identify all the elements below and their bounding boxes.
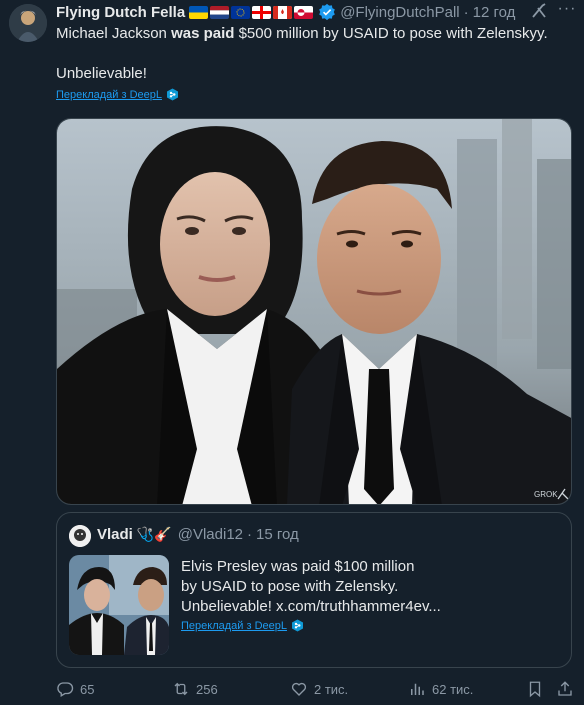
like-button[interactable]: 2 тис. (290, 680, 348, 698)
tweet-text-start: Michael Jackson (56, 25, 172, 42)
translate-link[interactable]: Перекладай з DeepL (56, 88, 179, 101)
retweet-button[interactable]: 256 (172, 680, 218, 698)
verified-badge-icon[interactable] (318, 3, 336, 21)
tweet-text-end: $500 million by USAID to pose with Zelen… (234, 25, 548, 42)
views-bar-chart-icon (411, 683, 424, 695)
quote-translate-label[interactable]: Перекладай з DeepL (181, 620, 287, 632)
quote-text-line2: by USAID to pose with Zelensky. (181, 578, 399, 595)
flag-emojis (189, 5, 314, 19)
canada-flag-icon (273, 5, 293, 19)
tweet[interactable]: Flying Dutch Fella @FlyingDutchPall · 12… (0, 0, 584, 705)
quote-header: Vladi 🩺🎸 @Vladi12 · 15 год (97, 526, 299, 543)
share-icon (558, 681, 572, 696)
reply-count: 65 (80, 681, 95, 697)
netherlands-flag-icon (210, 5, 230, 19)
bookmark-button[interactable] (526, 680, 544, 698)
quote-text: Elvis Presley was paid $100 million by U… (181, 557, 561, 617)
tweet-text-bold: was paid (171, 25, 235, 42)
reply-icon (57, 682, 74, 697)
view-count: 62 тис. (432, 681, 474, 697)
retweet-icon (174, 682, 188, 696)
quote-media-thumbnail[interactable] (69, 555, 169, 655)
tweet-header: Flying Dutch Fella @FlyingDutchPall · 12… (56, 2, 576, 22)
author-display-name[interactable]: Flying Dutch Fella (56, 4, 185, 21)
like-count: 2 тис. (314, 681, 349, 697)
quote-separator-dot: · (247, 526, 253, 543)
georgia-flag-icon (252, 5, 272, 19)
quote-author-display-name[interactable]: Vladi (97, 526, 133, 543)
quote-text-line1: Elvis Presley was paid $100 million (181, 558, 415, 575)
tweet-text: Michael Jackson was paid $500 million by… (56, 24, 576, 84)
more-options-icon[interactable]: ··· (556, 1, 578, 20)
action-bar: 65 256 2 тис. 62 тис. (56, 680, 576, 702)
quote-author-handle[interactable]: @Vladi12 (178, 526, 243, 543)
retweet-count: 256 (196, 681, 218, 697)
author-handle[interactable]: @FlyingDutchPall (340, 4, 459, 21)
separator-dot: · (463, 3, 469, 21)
author-avatar[interactable] (9, 4, 47, 42)
grok-icon[interactable] (530, 2, 548, 20)
reply-button[interactable]: 65 (56, 680, 94, 698)
quote-author-avatar[interactable] (69, 525, 91, 547)
quote-text-line3[interactable]: Unbelievable! x.com/truthhammer4ev... (181, 597, 561, 617)
image-watermark: GROK (534, 490, 558, 499)
tweet-media-image[interactable]: GROK (56, 118, 572, 505)
quote-author-emoji: 🩺🎸 (136, 526, 172, 542)
quote-timestamp[interactable]: 15 год (256, 526, 299, 543)
eu-flag-icon (231, 5, 251, 19)
heart-icon (291, 682, 307, 696)
translate-label[interactable]: Перекладай з DeepL (56, 89, 162, 101)
quoted-tweet[interactable]: Vladi 🩺🎸 @Vladi12 · 15 год Elvis Presley… (56, 512, 572, 668)
quote-translate-link[interactable]: Перекладай з DeepL (181, 619, 304, 632)
views-button[interactable]: 62 тис. (408, 680, 473, 698)
share-button[interactable] (556, 680, 574, 698)
deepl-icon (166, 88, 179, 101)
deepl-icon (291, 619, 304, 632)
greenland-flag-icon (294, 5, 314, 19)
bookmark-icon (529, 681, 541, 698)
tweet-timestamp[interactable]: 12 год (473, 4, 516, 21)
tweet-text-line2: Unbelievable! (56, 65, 147, 82)
ukraine-flag-icon (189, 5, 209, 19)
